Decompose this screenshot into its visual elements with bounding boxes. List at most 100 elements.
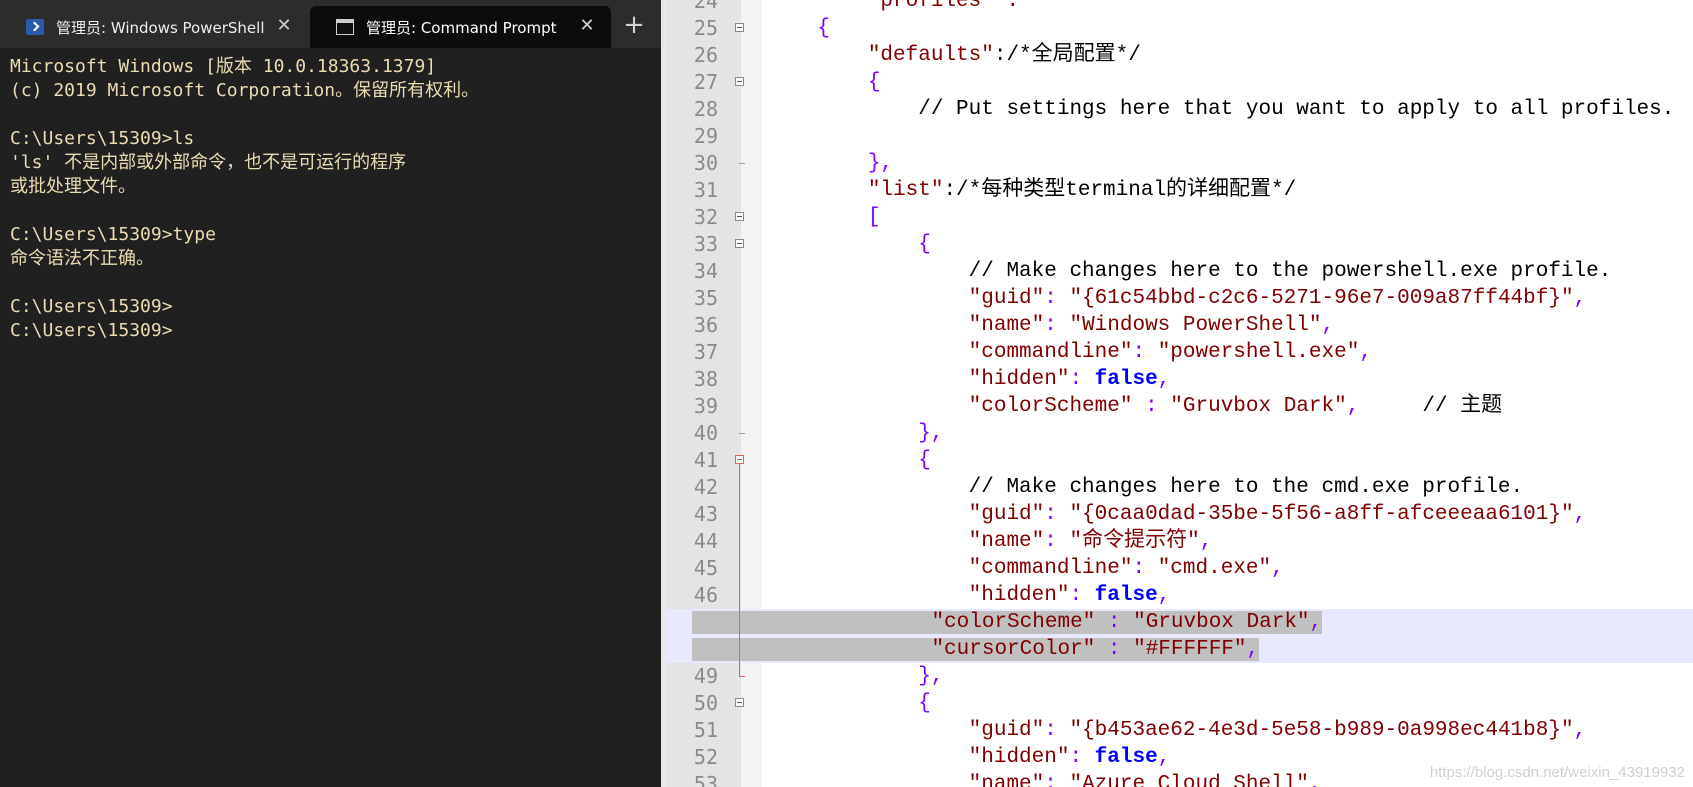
code-text: { <box>767 15 830 42</box>
close-icon[interactable]: ✕ <box>274 16 294 36</box>
code-token: , <box>1346 395 1360 418</box>
line-number: 50 <box>693 691 718 715</box>
code-line[interactable]: 39 "colorScheme" : "Gruvbox Dark", // 主题 <box>666 393 1693 420</box>
code-line[interactable]: 49 }, <box>666 663 1693 690</box>
fold-range-line <box>739 464 740 676</box>
code-token: , <box>1271 557 1284 580</box>
code-token: "{b453ae62-4e3d-5e58-b989-0a998ec441b8}" <box>1069 719 1574 742</box>
code-line[interactable]: 38 "hidden": false, <box>666 366 1693 393</box>
code-text: }, <box>767 150 893 177</box>
text-selection: "cursorColor" : "#FFFFFF", <box>692 638 1260 661</box>
line-number: 32 <box>693 205 718 229</box>
fold-end-marker <box>739 433 745 434</box>
code-text: { <box>767 690 931 717</box>
code-token: : <box>1044 503 1070 526</box>
code-line[interactable]: 26 "defaults":/*全局配置*/ <box>666 42 1693 69</box>
code-line[interactable]: 41 { <box>666 447 1693 474</box>
code-line[interactable]: 31 "list":/*每种类型terminal的详细配置*/ <box>666 177 1693 204</box>
code-token: : <box>1044 719 1070 742</box>
text-selection: "colorScheme" : "Gruvbox Dark", <box>692 611 1323 634</box>
code-line[interactable]: 44 "name": "命令提示符", <box>666 528 1693 555</box>
fold-toggle-icon[interactable] <box>735 212 744 221</box>
code-line[interactable]: 51 "guid": "{b453ae62-4e3d-5e58-b989-0a9… <box>666 717 1693 744</box>
line-number: 40 <box>693 421 718 445</box>
line-number: 37 <box>693 340 718 364</box>
code-line[interactable]: 34 // Make changes here to the powershel… <box>666 258 1693 285</box>
code-token: // Make changes here to the cmd.exe prof… <box>767 476 1524 499</box>
console-line: 命令语法不正确。 <box>10 248 154 269</box>
line-number: 42 <box>693 475 718 499</box>
line-number: 44 <box>693 529 718 553</box>
code-text: "commandline": "powershell.exe", <box>767 339 1372 366</box>
fold-toggle-icon[interactable] <box>735 77 744 86</box>
code-token: "colorScheme" <box>767 395 1133 418</box>
code-token: "Gruvbox Dark" <box>1170 395 1347 418</box>
code-text: }, <box>767 663 943 690</box>
code-line[interactable]: 42 // Make changes here to the cmd.exe p… <box>666 474 1693 501</box>
fold-toggle-icon[interactable] <box>735 23 744 32</box>
code-token: "命令提示符" <box>1069 530 1200 553</box>
console-line: 'ls' 不是内部或外部命令，也不是可运行的程序 <box>10 152 407 173</box>
line-number: 53 <box>693 772 718 787</box>
code-line[interactable]: 32 [ <box>666 204 1693 231</box>
code-text: "hidden": false, <box>767 744 1171 771</box>
code-editor[interactable]: 24 "profiles" :25 {26 "defaults":/*全局配置*… <box>666 0 1693 787</box>
code-token: "cursorColor" <box>729 638 1096 661</box>
fold-toggle-icon[interactable] <box>735 698 744 707</box>
code-token: "colorScheme" <box>729 611 1096 634</box>
code-text: "name": "命令提示符", <box>767 528 1213 555</box>
code-token: "commandline" <box>767 557 1133 580</box>
code-token: { <box>767 71 881 94</box>
fold-end-marker <box>739 163 745 164</box>
code-token: false <box>1094 584 1158 607</box>
line-number: 49 <box>693 664 718 688</box>
code-token: : <box>1132 341 1158 364</box>
code-line[interactable]: 30 }, <box>666 150 1693 177</box>
code-line[interactable]: 24 "profiles" : <box>666 0 1693 15</box>
console-output[interactable]: Microsoft Windows [版本 10.0.18363.1379] (c… <box>10 55 650 343</box>
tab-powershell[interactable]: 管理员: Windows PowerShell ✕ <box>0 6 308 48</box>
code-line[interactable]: 46 "hidden": false, <box>666 582 1693 609</box>
line-number: 31 <box>693 178 718 202</box>
code-line[interactable]: 50 { <box>666 690 1693 717</box>
tab-label: 管理员: Command Prompt <box>366 18 557 37</box>
code-line[interactable]: 40 }, <box>666 420 1693 447</box>
code-text: [ <box>767 204 881 231</box>
code-line[interactable]: 35 "guid": "{61c54bbd-c2c6-5271-96e7-009… <box>666 285 1693 312</box>
code-line[interactable]: 45 "commandline": "cmd.exe", <box>666 555 1693 582</box>
code-token: "name" <box>767 530 1045 553</box>
tab-command-prompt[interactable]: 管理员: Command Prompt ✕ <box>310 6 611 48</box>
code-token: : <box>1044 530 1070 553</box>
code-line[interactable]: 29 <box>666 123 1693 150</box>
code-line[interactable]: 37 "commandline": "powershell.exe", <box>666 339 1693 366</box>
fold-toggle-icon[interactable] <box>735 239 744 248</box>
close-icon[interactable]: ✕ <box>577 16 597 36</box>
code-text: "profiles" : <box>767 0 1019 15</box>
code-token: "guid" <box>767 287 1045 310</box>
line-number: 38 <box>693 367 718 391</box>
code-text: }, <box>767 420 943 447</box>
code-token: "hidden" <box>767 368 1070 391</box>
code-token: : <box>1044 287 1070 310</box>
code-line[interactable]: 47 "colorScheme" : "Gruvbox Dark", <box>666 609 1693 636</box>
code-token: "{61c54bbd-c2c6-5271-96e7-009a87ff44bf}" <box>1069 287 1574 310</box>
fold-toggle-icon[interactable] <box>735 455 744 464</box>
code-token: : <box>1132 557 1158 580</box>
line-number: 29 <box>693 124 718 148</box>
code-line[interactable]: 28 // Put settings here that you want to… <box>666 96 1693 123</box>
new-tab-button[interactable]: + <box>614 6 654 44</box>
code-line[interactable]: 48 "cursorColor" : "#FFFFFF", <box>666 636 1693 663</box>
code-line[interactable]: 43 "guid": "{0caa0dad-35be-5f56-a8ff-afc… <box>666 501 1693 528</box>
code-token: "defaults" <box>767 44 994 67</box>
console-line: (c) 2019 Microsoft Corporation。保留所有权利。 <box>10 80 480 101</box>
code-line[interactable]: 27 { <box>666 69 1693 96</box>
line-number: 45 <box>693 556 718 580</box>
code-line[interactable]: 36 "name": "Windows PowerShell", <box>666 312 1693 339</box>
code-line[interactable]: 25 { <box>666 15 1693 42</box>
line-number: 25 <box>693 16 718 40</box>
code-token: }, <box>767 152 894 175</box>
code-token: "cmd.exe" <box>1157 557 1272 580</box>
code-line[interactable]: 33 { <box>666 231 1693 258</box>
code-token: "#FFFFFF" <box>1133 638 1247 661</box>
code-token: "hidden" <box>767 746 1070 769</box>
